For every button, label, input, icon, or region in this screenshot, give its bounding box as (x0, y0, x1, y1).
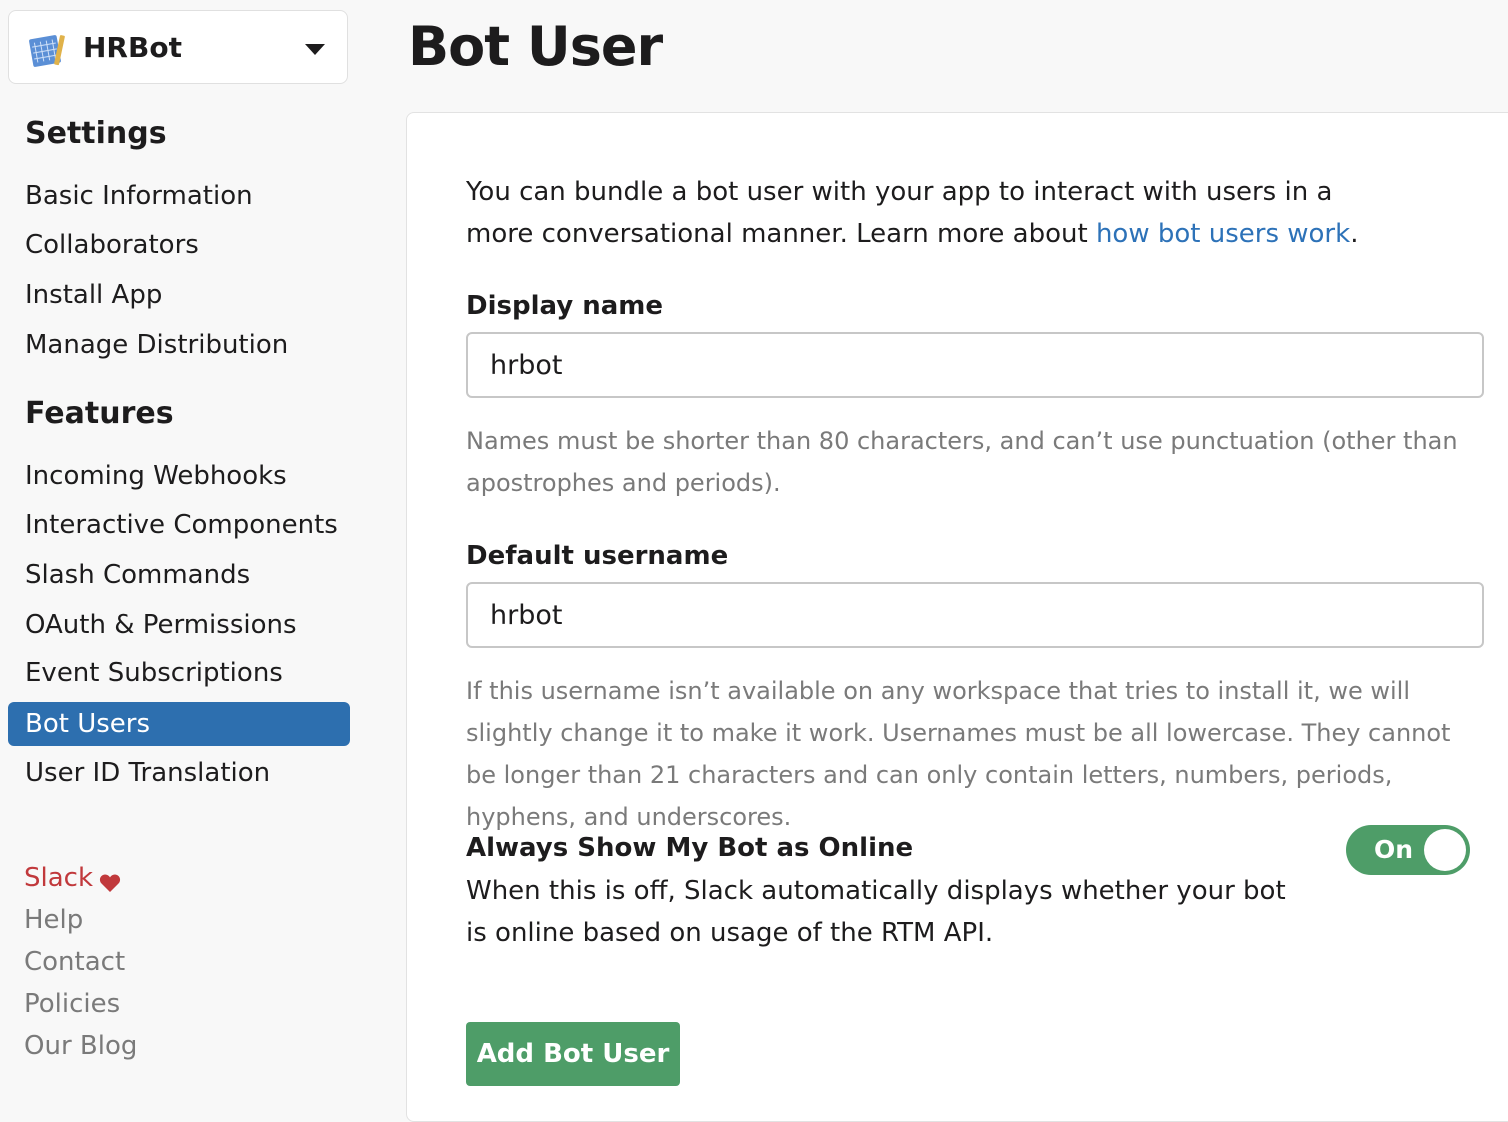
default-username-help: If this username isn’t available on any … (466, 677, 1451, 831)
settings-heading: Settings (25, 116, 167, 151)
display-name-label: Display name (466, 291, 664, 321)
always-online-toggle[interactable]: On (1346, 825, 1470, 875)
default-username-label: Default username (466, 541, 729, 571)
footer-blog-link[interactable]: Our Blog (24, 1028, 137, 1064)
online-toggle-title: Always Show My Bot as Online (466, 833, 914, 863)
app-name: HRBot (83, 31, 182, 64)
toggle-knob (1424, 829, 1466, 871)
sidebar-item-user-id-translation[interactable]: User ID Translation (8, 751, 350, 795)
bot-users-docs-link[interactable]: how bot users work (1096, 219, 1350, 249)
sidebar-item-collaborators[interactable]: Collaborators (8, 223, 350, 267)
display-name-help: Names must be shorter than 80 characters… (466, 427, 1458, 497)
app-blueprint-icon (27, 31, 67, 69)
footer-slack-link[interactable]: Slack (24, 860, 121, 896)
sidebar-item-manage-distribution[interactable]: Manage Distribution (8, 323, 350, 367)
sidebar-item-incoming-webhooks[interactable]: Incoming Webhooks (8, 454, 350, 498)
sidebar-item-basic-information[interactable]: Basic Information (8, 174, 350, 218)
sidebar-item-event-subscriptions[interactable]: Event Subscriptions (8, 651, 350, 695)
default-username-input[interactable] (466, 582, 1484, 648)
footer-contact-link[interactable]: Contact (24, 944, 125, 980)
app-switcher[interactable]: HRBot (8, 10, 348, 84)
add-bot-user-button[interactable]: Add Bot User (466, 1022, 680, 1086)
chevron-down-icon[interactable] (305, 44, 325, 55)
intro-end: . (1350, 219, 1359, 249)
footer-policies-link[interactable]: Policies (24, 986, 120, 1022)
footer-slack-label: Slack (24, 863, 94, 893)
toggle-state-label: On (1374, 835, 1414, 864)
features-heading: Features (25, 396, 174, 431)
footer-help-link[interactable]: Help (24, 902, 83, 938)
heart-icon (99, 867, 121, 892)
sidebar-item-slash-commands[interactable]: Slash Commands (8, 553, 350, 597)
sidebar-item-interactive-components[interactable]: Interactive Components (8, 503, 350, 547)
page-title: Bot User (408, 15, 663, 78)
intro-text: You can bundle a bot user with your app … (466, 171, 1406, 255)
display-name-input[interactable] (466, 332, 1484, 398)
sidebar-item-bot-users[interactable]: Bot Users (8, 702, 350, 746)
sidebar-item-install-app[interactable]: Install App (8, 273, 350, 317)
online-toggle-description: When this is off, Slack automatically di… (466, 876, 1286, 948)
sidebar-item-oauth-permissions[interactable]: OAuth & Permissions (8, 603, 350, 647)
